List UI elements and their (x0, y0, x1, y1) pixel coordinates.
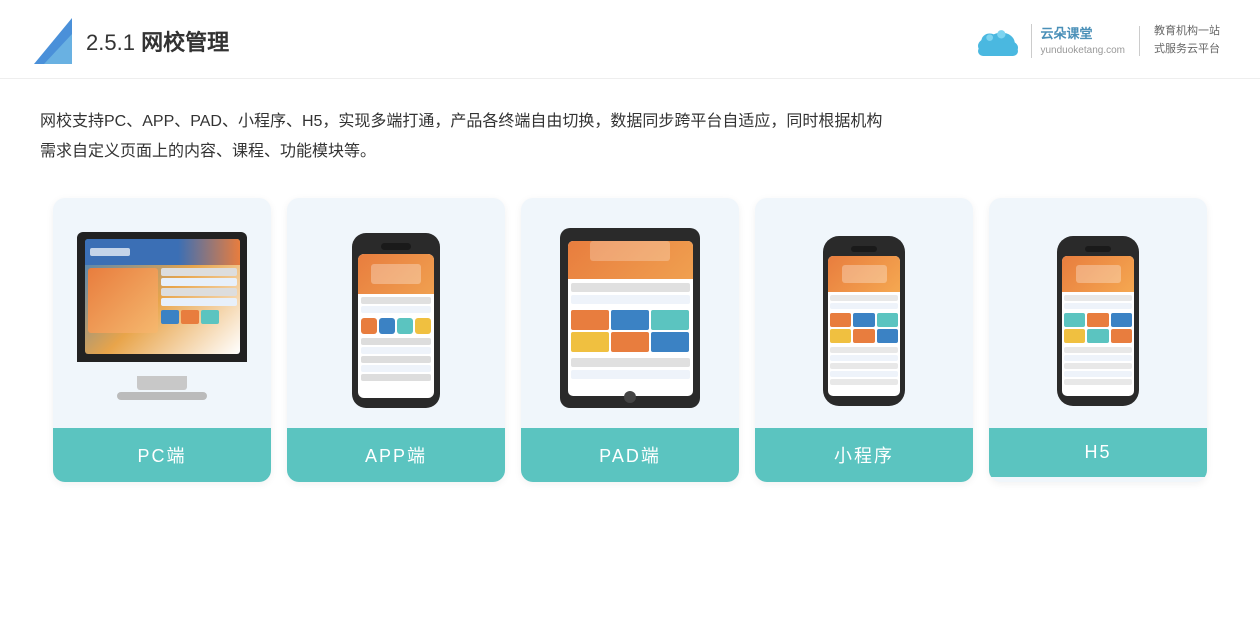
cards-section: PC端 (0, 178, 1260, 512)
brand-tagline: 教育机构一站 式服务云平台 (1154, 23, 1220, 58)
divider (1139, 26, 1140, 56)
pad-device (560, 228, 700, 408)
header: 2.5.1 网校管理 云朵课堂 yunduoketang.com (0, 0, 1260, 79)
mini-phone-screen (828, 256, 900, 396)
card-mini-image (755, 198, 973, 428)
pad-screen-body (568, 279, 693, 383)
mini-device (823, 236, 905, 406)
app-device (352, 233, 440, 408)
card-h5-image (989, 198, 1207, 428)
card-pad: PAD端 (521, 198, 739, 482)
phone-screen-body (358, 294, 434, 384)
header-left: 2.5.1 网校管理 (30, 18, 229, 64)
h5-phone-body (1062, 292, 1134, 388)
mini-phone-top (828, 256, 900, 292)
card-mini-label: 小程序 (755, 428, 973, 482)
phone-icons-row (361, 318, 431, 334)
card-mini: 小程序 (755, 198, 973, 482)
mini-phone-frame (823, 236, 905, 406)
pc-screen (85, 239, 240, 354)
brand-logo: 云朵课堂 yunduoketang.com 教育机构一站 式服务云平台 (973, 21, 1220, 61)
logo-triangle-icon (30, 18, 72, 64)
card-pc: PC端 (53, 198, 271, 482)
pc-screen-banner (85, 239, 240, 264)
page-container: 2.5.1 网校管理 云朵课堂 yunduoketang.com (0, 0, 1260, 630)
h5-phone-screen (1062, 256, 1134, 396)
pc-stand (137, 376, 187, 390)
description: 网校支持PC、APP、PAD、小程序、H5，实现多端打通，产品各终端自由切换，数… (0, 79, 1260, 178)
mini-phone-body (828, 292, 900, 388)
pad-screen-top (568, 241, 693, 279)
card-app-label: APP端 (287, 428, 505, 482)
h5-icons (1064, 313, 1132, 343)
pc-base (117, 392, 207, 400)
phone-screen (358, 254, 434, 398)
pad-home-btn (624, 391, 636, 403)
pad-grid (571, 310, 690, 352)
h5-phone-frame (1057, 236, 1139, 406)
card-pc-label: PC端 (53, 428, 271, 482)
card-h5: H5 (989, 198, 1207, 482)
pad-screen (568, 241, 693, 396)
h5-device (1057, 236, 1139, 406)
card-pad-image (521, 198, 739, 428)
pc-device (77, 232, 247, 400)
phone-screen-top (358, 254, 434, 294)
phone-notch (381, 243, 411, 250)
cloud-icon (973, 21, 1023, 61)
card-pad-label: PAD端 (521, 428, 739, 482)
h5-phone-notch (1085, 246, 1111, 252)
card-app-image (287, 198, 505, 428)
pc-screen-rows (88, 268, 237, 333)
card-h5-label: H5 (989, 428, 1207, 477)
mini-icons (830, 313, 898, 343)
card-pc-image (53, 198, 271, 428)
desc-line2: 需求自定义页面上的内容、课程、功能模块等。 (40, 137, 1220, 167)
desc-line1: 网校支持PC、APP、PAD、小程序、H5，实现多端打通，产品各终端自由切换，数… (40, 107, 1220, 137)
brand-text: 云朵课堂 yunduoketang.com (1031, 24, 1125, 59)
pad-frame (560, 228, 700, 408)
card-app: APP端 (287, 198, 505, 482)
mini-phone-notch (851, 246, 877, 252)
pc-monitor (77, 232, 247, 362)
h5-phone-top (1062, 256, 1134, 292)
phone-frame (352, 233, 440, 408)
page-title: 2.5.1 网校管理 (86, 25, 229, 57)
